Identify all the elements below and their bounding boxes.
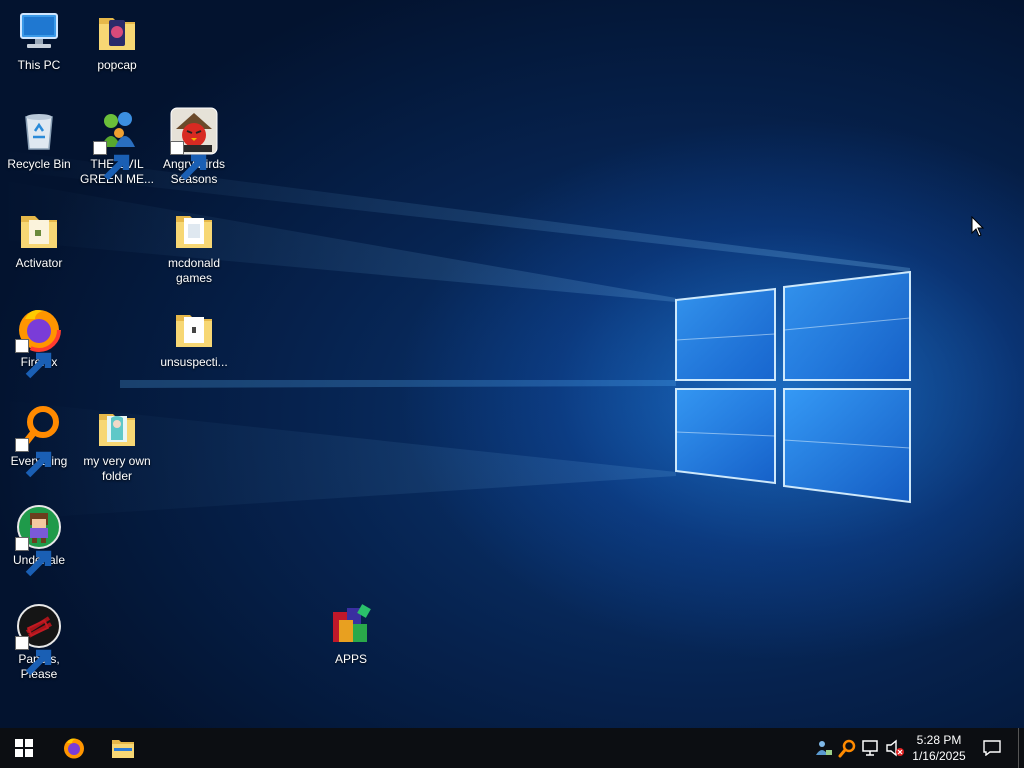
- everything-search-icon[interactable]: [837, 738, 857, 758]
- desktop-icon-label: Recycle Bin: [7, 157, 71, 171]
- desktop-icon-label: Activator: [15, 256, 63, 270]
- desktop-icon-label: popcap: [97, 58, 137, 72]
- messenger-icon: [93, 107, 141, 181]
- folder-icon: [170, 206, 218, 254]
- desktop-icon-apps[interactable]: APPS: [313, 602, 389, 667]
- desktop-icon-this-pc[interactable]: This PC: [1, 8, 77, 73]
- taskbar-clock[interactable]: 5:28 PM 1/16/2025: [900, 732, 978, 764]
- action-center-button[interactable]: [968, 728, 1016, 768]
- desktop-icon-label: my very own folder: [83, 454, 151, 483]
- folder-icon: [15, 206, 63, 254]
- recycle-bin-icon: [15, 107, 63, 155]
- desktop-icon-label: APPS: [334, 652, 367, 666]
- papers-please-icon: [15, 602, 63, 676]
- folder-icon: [112, 740, 134, 758]
- shortcut-arrow-icon: [93, 141, 130, 181]
- windows-logo-icon: [15, 739, 33, 757]
- shortcut-arrow-icon: [170, 141, 207, 181]
- start-button[interactable]: [0, 728, 48, 768]
- folder-icon: [170, 305, 218, 353]
- taskbar: 5:28 PM 1/16/2025: [0, 728, 1024, 768]
- desktop-icon-label: This PC: [17, 58, 61, 72]
- firefox-icon: [64, 738, 84, 759]
- notification-icon: [983, 740, 1001, 756]
- clock-time: 5:28 PM: [916, 733, 962, 747]
- folder-icon: [93, 8, 141, 56]
- this-pc-icon: [15, 8, 63, 56]
- folder-icon: [93, 404, 141, 452]
- clock-date: 1/16/2025: [912, 749, 966, 763]
- mouse-cursor-icon: [971, 216, 985, 237]
- desktop[interactable]: This PC popcap Recycle Bin THE EVIL GREE…: [0, 0, 1024, 728]
- taskbar-firefox-button[interactable]: [50, 728, 98, 768]
- desktop-icon-firefox[interactable]: Firefox: [1, 305, 77, 379]
- everything-search-icon: [15, 404, 63, 478]
- winrar-icon: [327, 602, 375, 650]
- people-network-icon[interactable]: [814, 738, 834, 758]
- desktop-icon-mcdonald-games[interactable]: mcdonald games: [156, 206, 232, 286]
- shortcut-arrow-icon: [15, 438, 52, 478]
- shortcut-arrow-icon: [15, 339, 52, 379]
- desktop-icon-activator[interactable]: Activator: [1, 206, 77, 271]
- shortcut-arrow-icon: [15, 537, 52, 577]
- desktop-icon-my-very-own-folder[interactable]: my very own folder: [79, 404, 155, 484]
- undertale-icon: [15, 503, 63, 577]
- desktop-icon-unsuspecti[interactable]: unsuspecti...: [156, 305, 232, 370]
- shortcut-arrow-icon: [15, 636, 52, 676]
- desktop-icon-undertale[interactable]: Undertale: [1, 503, 77, 577]
- desktop-icon-recycle-bin[interactable]: Recycle Bin: [1, 107, 77, 172]
- desktop-icon-popcap[interactable]: popcap: [79, 8, 155, 73]
- desktop-icon-angry-birds-seasons[interactable]: Angry Birds Seasons: [156, 107, 232, 187]
- network-icon[interactable]: [861, 738, 881, 758]
- firefox-icon: [15, 305, 63, 379]
- show-desktop-button[interactable]: [1018, 728, 1024, 768]
- desktop-icon-papers-please[interactable]: Papers, Please: [1, 602, 77, 682]
- desktop-icon-label: unsuspecti...: [160, 355, 228, 369]
- desktop-icon-everything[interactable]: Everything: [1, 404, 77, 478]
- angry-birds-icon: [170, 107, 218, 181]
- taskbar-file-explorer-button[interactable]: [99, 728, 147, 768]
- desktop-icon-label: mcdonald games: [167, 256, 221, 285]
- desktop-icon-the-evil-green-me[interactable]: THE EVIL GREEN ME...: [79, 107, 155, 187]
